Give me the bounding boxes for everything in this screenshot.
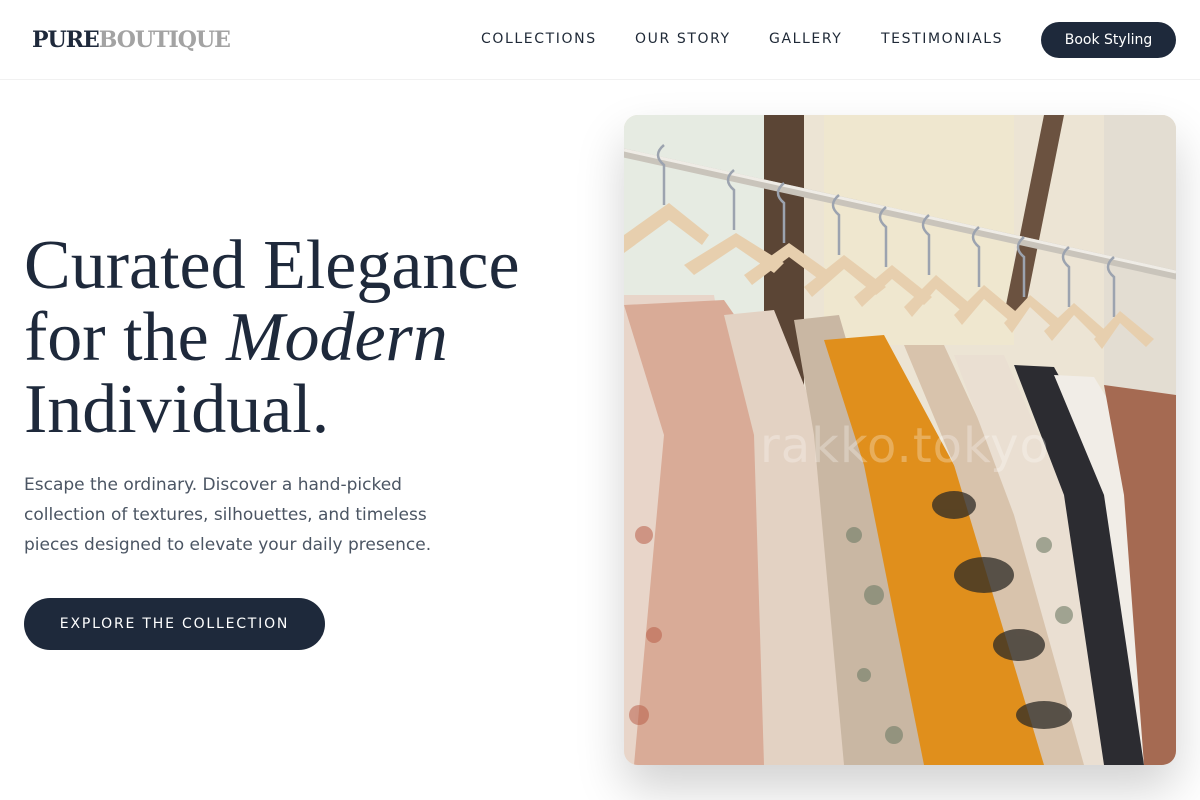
nav-link-testimonials[interactable]: TESTIMONIALS [881, 30, 1003, 48]
nav-link-gallery[interactable]: GALLERY [769, 30, 842, 48]
brand-logo[interactable]: PUREBOUTIQUE [32, 26, 231, 54]
nav-link-our-story[interactable]: OUR STORY [635, 30, 731, 48]
hero-title-emphasis: Modern [226, 299, 448, 376]
brand-logo-part-2: BOUTIQUE [98, 27, 231, 53]
hero-title-line-1: Curated Elegance [24, 227, 520, 304]
site-header: PUREBOUTIQUE COLLECTIONS OUR STORY GALLE… [0, 0, 1200, 80]
hero-title-line-3: Individual. [24, 371, 330, 448]
hero-title-line-2-prefix: for the [24, 299, 227, 376]
nav-link-collections[interactable]: COLLECTIONS [481, 30, 597, 48]
book-styling-button[interactable]: Book Styling [1041, 22, 1176, 58]
image-watermark: rakko.tokyo [760, 418, 1050, 474]
hero-title: Curated Elegance for the Modern Individu… [24, 230, 604, 446]
brand-logo-part-1: PURE [32, 27, 100, 53]
hero-description: Escape the ordinary. Discover a hand-pic… [24, 475, 432, 555]
explore-collection-button[interactable]: EXPLORE THE COLLECTION [24, 598, 325, 650]
